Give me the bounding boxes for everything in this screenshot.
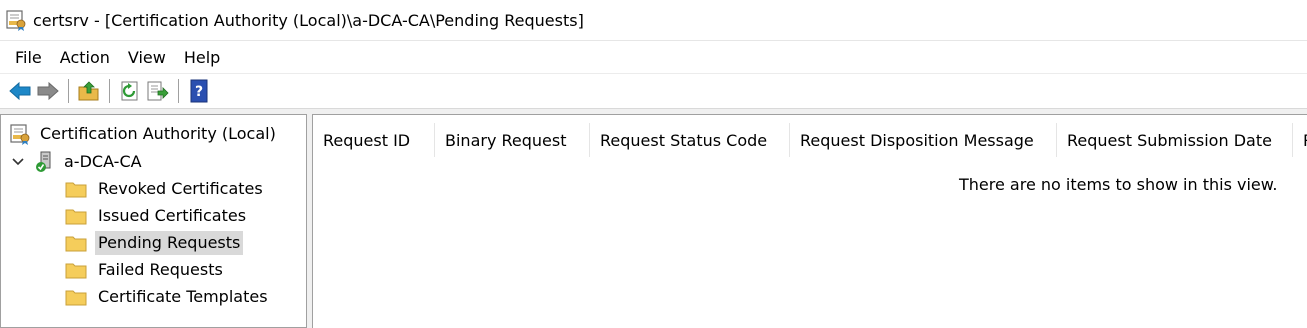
svg-text:?: ? [195,84,203,100]
column-header-label: Request Status Code [600,130,768,150]
up-folder-icon [78,81,99,101]
ca-server-icon [36,151,51,172]
folder-icon [65,236,87,252]
tree-item-ca[interactable]: a-DCA-CA [11,149,145,175]
tree-item-pending-requests[interactable]: Pending Requests [63,230,244,256]
certification-authority-icon [10,124,30,145]
tree-root[interactable]: Certification Authority (Local) [9,121,279,147]
tree-item-issued-certificates[interactable]: Issued Certificates [65,203,249,229]
menu-view[interactable]: View [119,42,175,73]
column-header-request-status-code[interactable]: Request Status Code [590,123,790,157]
window-title: certsrv - [Certification Authority (Loca… [33,10,584,30]
export-list-button[interactable] [144,77,172,105]
folder-icon [65,263,87,279]
back-button[interactable] [6,77,34,105]
title-bar: certsrv - [Certification Authority (Loca… [0,0,1307,40]
back-arrow-icon [9,81,31,101]
export-list-icon [147,81,169,101]
result-pane[interactable]: Request ID Binary Request Request Status… [312,114,1307,328]
tree-item-label: Pending Requests [95,231,244,255]
console-tree[interactable]: Certification Authority (Local) a-DCA-CA… [0,114,307,328]
tree-item-certificate-templates[interactable]: Certificate Templates [65,284,271,310]
column-header-request-disposition-message[interactable]: Request Disposition Message [790,123,1057,157]
tree-item-failed-requests[interactable]: Failed Requests [65,257,226,283]
tree-item-revoked-certificates[interactable]: Revoked Certificates [65,176,266,202]
toolbar: ? [0,73,1307,109]
folder-icon [65,290,87,306]
forward-arrow-icon [37,81,59,101]
tree-item-label: Failed Requests [98,260,223,279]
column-header-request-id[interactable]: Request ID [313,123,435,157]
toolbar-separator [68,79,69,103]
column-header-label: Binary Request [445,130,567,150]
chevron-down-icon[interactable] [11,155,25,169]
toolbar-separator [109,79,110,103]
menu-file[interactable]: File [6,42,51,73]
folder-icon [65,182,87,198]
column-header-label: Request Disposition Message [800,130,1034,150]
menu-bar: File Action View Help [0,40,1307,73]
column-header-label: Request Submission Date [1067,130,1272,150]
tree-item-label: Issued Certificates [98,206,247,225]
column-header-label: R [1303,131,1307,150]
menu-help[interactable]: Help [175,42,229,73]
column-header-truncated[interactable]: R [1293,123,1307,157]
empty-list-message: There are no items to show in this view. [959,175,1278,194]
column-header-request-submission-date[interactable]: Request Submission Date [1057,123,1293,157]
refresh-button[interactable] [116,77,144,105]
folder-icon [65,209,87,225]
column-header-binary-request[interactable]: Binary Request [435,123,590,157]
help-button[interactable]: ? [185,77,213,105]
menu-action[interactable]: Action [51,42,119,73]
help-icon: ? [190,79,208,103]
column-header-label: Request ID [323,130,411,150]
tree-item-label: Revoked Certificates [98,179,263,198]
tree-item-label: Certificate Templates [98,287,268,306]
tree-root-label: Certification Authority (Local) [40,124,276,143]
forward-button[interactable] [34,77,62,105]
certsrv-icon [6,10,26,31]
up-one-level-button[interactable] [75,77,103,105]
toolbar-separator [178,79,179,103]
tree-item-ca-label: a-DCA-CA [64,152,142,171]
refresh-icon [121,81,138,101]
